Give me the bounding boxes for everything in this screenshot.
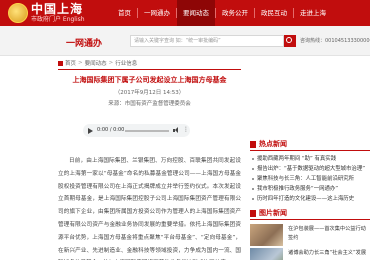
channel-title[interactable]: 一网通办 — [66, 36, 102, 49]
breadcrumb: 首页 > 要闻动态 > 行业信息 — [58, 57, 137, 69]
audio-time: 0:00 / 0:00 — [97, 127, 125, 133]
picture-news-item[interactable]: 在沪包装展——首次集中公益行动签约 — [250, 224, 370, 247]
audio-progress-track[interactable] — [125, 130, 169, 132]
volume-icon[interactable] — [173, 127, 180, 134]
breadcrumb-news[interactable]: 要闻动态 — [85, 59, 107, 67]
article-source: 来源：市国有资产监督管理委员会 — [108, 101, 191, 107]
nav-interaction[interactable]: 政民互动 — [255, 0, 293, 26]
hot-news-header: 热点新闻 — [250, 138, 370, 151]
article-title: 上海国际集团下属子公司发起设立上海国方母基金 — [72, 76, 227, 84]
breadcrumb-home[interactable]: 首页 — [65, 59, 76, 67]
hot-news-title: 热点新闻 — [259, 140, 287, 148]
nav-home[interactable]: 首页 — [112, 0, 137, 26]
hot-news-item[interactable]: 报告出炉：“基于数据驱动的超大型城市治理” — [250, 164, 370, 174]
breadcrumb-industry[interactable]: 行业信息 — [115, 59, 137, 67]
hot-news-item[interactable]: 我市积极推行政务服务“一网通办” — [250, 184, 370, 194]
hot-news-item[interactable]: 历时四年打造的文化建设——这上海历史 — [250, 194, 370, 204]
nav-news[interactable]: 要闻动态 — [177, 0, 215, 26]
site-logo[interactable]: 中国上海 市政府门户 English — [8, 2, 108, 24]
nav-one-net-service[interactable]: 一网通办 — [138, 0, 176, 26]
site-sub-links[interactable]: 市政府门户 English — [31, 16, 85, 24]
hot-news-item[interactable]: 援助西藏两年期间 “助” 有真实践 — [250, 154, 370, 164]
article-body: 日前，由上海国际集团、兰银集团、万向控股、百联集团共同发起设立的上海第一家以“母… — [58, 155, 241, 260]
section-flag-icon — [250, 210, 256, 217]
article: 上海国际集团下属子公司发起设立上海国方母基金 （2017年9月12日 14:53… — [58, 70, 241, 260]
picture-news-header: 图片新闻 — [250, 207, 370, 220]
home-icon — [58, 60, 63, 66]
audio-player: 0:00 / 0:00 ⋮ — [83, 124, 190, 137]
article-paragraph: 日前，由上海国际集团、兰银集团、万向控股、百联集团共同发起设立的上海第一家以“母… — [58, 158, 241, 254]
sidebar: 热点新闻 援助西藏两年期间 “助” 有真实践 报告出炉：“基于数据驱动的超大型城… — [250, 37, 370, 260]
emblem-icon — [8, 3, 28, 23]
play-icon[interactable] — [88, 128, 93, 134]
hot-news-item[interactable]: 聚焦科技与长三角：人工智能前沿研究所 — [250, 174, 370, 184]
picture-news-item[interactable]: 诸博会助力长三角“社会主义”发展 — [250, 248, 370, 260]
picture-news-title: 图片新闻 — [259, 209, 287, 217]
section-flag-icon — [250, 141, 256, 148]
picture-news-thumbnail[interactable] — [250, 224, 283, 246]
more-options-icon[interactable]: ⋮ — [183, 126, 189, 134]
picture-news-caption[interactable]: 诸博会助力长三角“社会主义”发展 — [288, 249, 370, 258]
main-nav: 首页 一网通办 要闻动态 政务公开 政民互动 走进上海 — [112, 0, 332, 26]
nav-about-shanghai[interactable]: 走进上海 — [294, 0, 332, 26]
breadcrumb-separator: > — [78, 60, 83, 66]
article-date: （2017年9月12日 14:53） — [114, 90, 185, 96]
top-navigation-bar: 中国上海 市政府门户 English 首页 一网通办 要闻动态 政务公开 政民互… — [0, 0, 370, 26]
hot-news-list: 援助西藏两年期间 “助” 有真实践 报告出炉：“基于数据驱动的超大型城市治理” … — [250, 154, 370, 204]
nav-gov-disclosure[interactable]: 政务公开 — [216, 0, 254, 26]
breadcrumb-separator: > — [108, 60, 114, 66]
site-name: 中国上海 — [31, 2, 84, 16]
picture-news-caption[interactable]: 在沪包装展——首次集中公益行动签约 — [288, 225, 370, 243]
picture-news-thumbnail[interactable] — [250, 248, 283, 260]
